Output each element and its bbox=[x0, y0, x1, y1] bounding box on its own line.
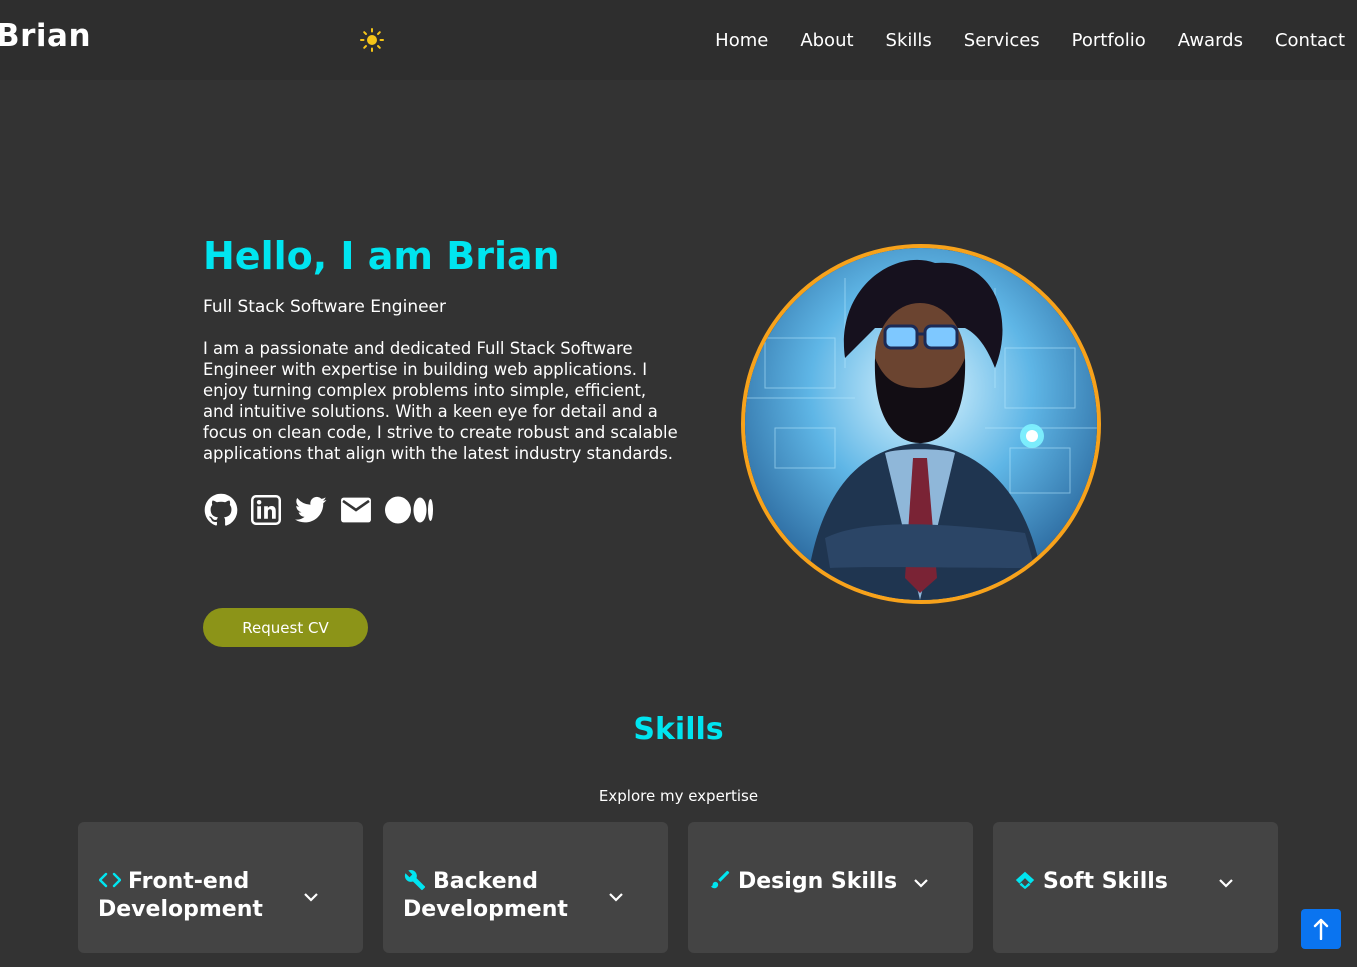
twitter-link[interactable] bbox=[293, 492, 329, 528]
linkedin-icon bbox=[251, 495, 281, 525]
skill-card-soft[interactable]: Soft Skills bbox=[993, 822, 1278, 953]
nav-services[interactable]: Services bbox=[964, 30, 1040, 51]
skills-title: Skills bbox=[633, 712, 724, 747]
nav-skills[interactable]: Skills bbox=[886, 30, 932, 51]
profile-avatar bbox=[741, 244, 1101, 604]
chevron-down-icon[interactable] bbox=[1217, 874, 1235, 892]
github-icon bbox=[204, 493, 238, 526]
chevron-down-icon[interactable] bbox=[912, 874, 930, 892]
github-link[interactable] bbox=[203, 492, 239, 528]
twitter-icon bbox=[295, 496, 327, 523]
medium-icon bbox=[385, 496, 433, 524]
main-nav: Home About Skills Services Portfolio Awa… bbox=[683, 0, 1345, 80]
skill-card-title: Soft Skills bbox=[1043, 869, 1168, 894]
brand-logo[interactable]: Brian bbox=[0, 18, 91, 54]
hero-description: I am a passionate and dedicated Full Sta… bbox=[203, 339, 678, 463]
sun-icon bbox=[360, 28, 384, 52]
theme-toggle-button[interactable] bbox=[359, 27, 385, 53]
nav-portfolio[interactable]: Portfolio bbox=[1072, 30, 1146, 51]
arrow-up-icon bbox=[1313, 918, 1329, 940]
skill-card-frontend[interactable]: Front-end Development bbox=[78, 822, 363, 953]
scroll-to-top-button[interactable] bbox=[1301, 909, 1341, 949]
nav-contact[interactable]: Contact bbox=[1275, 30, 1345, 51]
email-link[interactable] bbox=[338, 492, 374, 528]
skill-card-title: Design Skills bbox=[738, 869, 898, 894]
social-links bbox=[203, 492, 444, 528]
nav-home[interactable]: Home bbox=[715, 30, 768, 51]
skill-card-title: Backend Development bbox=[403, 869, 568, 922]
nav-about[interactable]: About bbox=[800, 30, 853, 51]
request-cv-button[interactable]: Request CV bbox=[203, 608, 368, 647]
chevron-down-icon[interactable] bbox=[302, 888, 320, 906]
avatar-illustration bbox=[745, 248, 1097, 600]
nav-awards[interactable]: Awards bbox=[1178, 30, 1243, 51]
linkedin-link[interactable] bbox=[248, 492, 284, 528]
site-header: Brian Home About Skills Services Portfol… bbox=[0, 0, 1357, 80]
skill-card-backend[interactable]: Backend Development bbox=[383, 822, 668, 953]
email-icon bbox=[341, 497, 371, 523]
hero-title: Hello, I am Brian bbox=[203, 234, 560, 278]
hero-role: Full Stack Software Engineer bbox=[203, 297, 446, 317]
skill-card-title: Front-end Development bbox=[98, 869, 263, 922]
medium-link[interactable] bbox=[383, 492, 435, 528]
skills-subtitle: Explore my expertise bbox=[598, 787, 759, 805]
skill-card-design[interactable]: Design Skills bbox=[688, 822, 973, 953]
chevron-down-icon[interactable] bbox=[607, 888, 625, 906]
